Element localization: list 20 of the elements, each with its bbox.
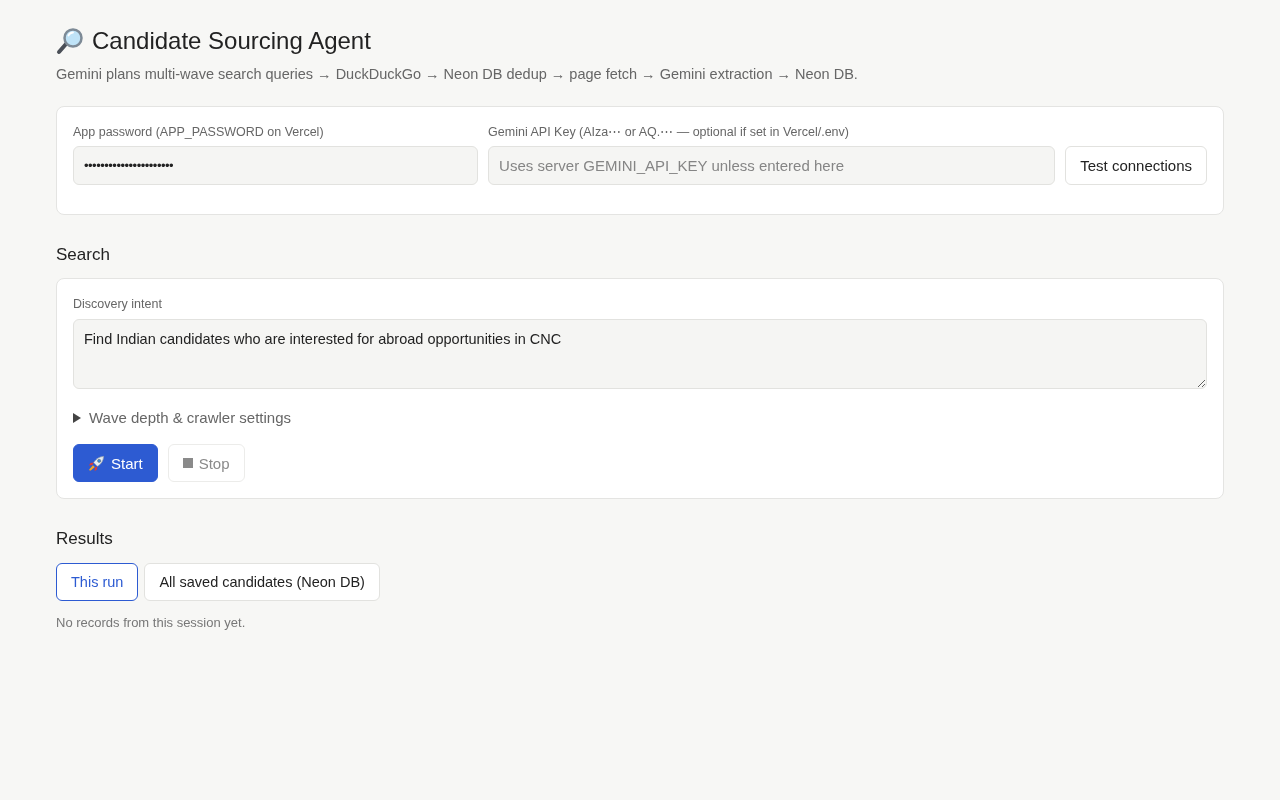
settings-toggle[interactable]: Wave depth & crawler settings <box>73 408 292 428</box>
field-label: Discovery intent <box>73 296 162 312</box>
stop-icon <box>182 458 193 468</box>
disclosure-triangle-icon <box>73 413 81 423</box>
page-title: Candidate Sourcing Agent <box>92 26 371 56</box>
field-label: App password (APP_PASSWORD on Vercel) <box>73 124 325 140</box>
results-tab[interactable]: All saved candidates (Neon DB) <box>144 563 380 601</box>
page-subtitle: Gemini plans multi-wave search queries → DuckDuckGo → Neon DB dedup → page fetch → Gemini extraction → Neon DB. <box>56 65 859 84</box>
test-connections-button[interactable]: Test connections <box>1065 146 1207 185</box>
intent-field[interactable]: Find Indian candidates who are interested for abroad opportunities in CNC <box>73 319 1207 389</box>
api-key-field[interactable]: Uses server GEMINI_API_KEY unless entered here <box>488 146 1056 185</box>
section-heading: Search <box>56 244 111 266</box>
magnifier-icon <box>56 27 84 55</box>
empty-message: No records from this session yet. <box>56 615 247 631</box>
start-button[interactable]: Start <box>73 444 158 482</box>
rocket-icon <box>88 454 105 472</box>
results-tab[interactable]: This run <box>56 563 139 601</box>
section-heading: Results <box>56 528 114 550</box>
field-label: Gemini API Key (AIza⋯ or AQ.⋯ — optional if set in Vercel/.env) <box>488 124 850 140</box>
password-field[interactable]: •••••••••••••••••••••• <box>73 146 479 185</box>
